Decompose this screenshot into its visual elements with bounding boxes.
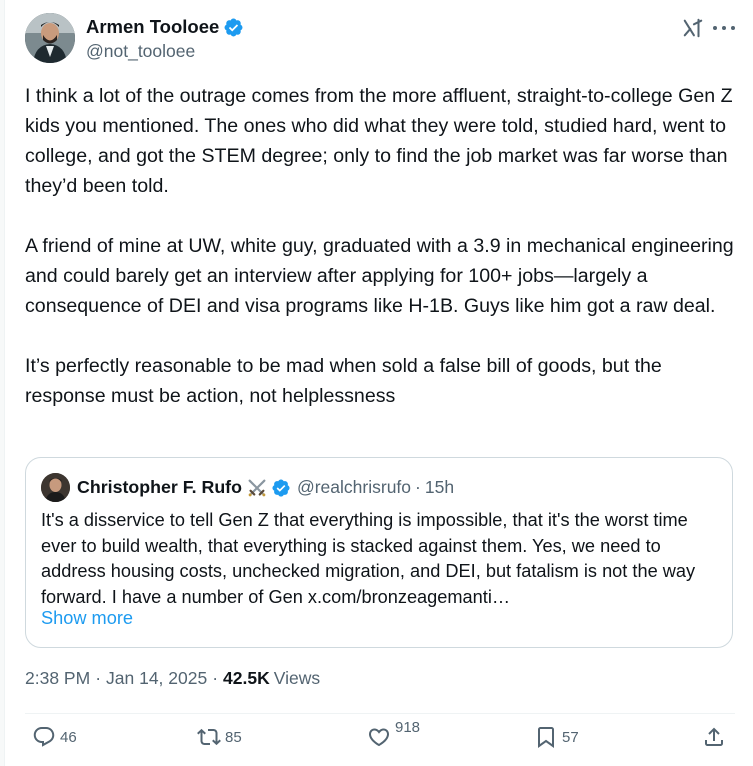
quoted-display-name[interactable]: Christopher F. Rufo: [77, 477, 242, 498]
like-icon: [368, 728, 390, 747]
views-label: Views: [273, 668, 321, 688]
views-count: 42.5K: [223, 668, 270, 688]
share-button[interactable]: [702, 725, 726, 749]
post-header: Armen Tooloee @not_tooloee: [25, 13, 735, 63]
show-more-link[interactable]: Show more: [41, 608, 133, 629]
quoted-handle[interactable]: @realchrisrufo: [297, 477, 411, 498]
post-time[interactable]: 2:38 PM: [25, 668, 90, 689]
verified-badge-icon: [272, 478, 290, 497]
retweet-count: 85: [225, 728, 242, 746]
post-paragraph: It’s perfectly reasonable to be mad when…: [25, 355, 662, 407]
more-dot: [722, 26, 726, 30]
action-bar: 46 85 918 57: [25, 719, 737, 761]
reply-count: 46: [60, 728, 77, 746]
avatar[interactable]: [25, 13, 75, 63]
more-dot: [713, 26, 717, 30]
post-date[interactable]: Jan 14, 2025: [106, 668, 207, 689]
display-name[interactable]: Armen Tooloee: [86, 16, 219, 38]
divider: [25, 713, 735, 714]
crossed-swords-icon: [248, 479, 266, 496]
verified-badge-icon: [224, 18, 243, 36]
reply-icon: [33, 727, 55, 747]
left-edge: [0, 0, 5, 766]
separator-dot: ·: [212, 668, 219, 688]
more-dot: [731, 26, 735, 30]
bookmark-icon: [538, 727, 554, 748]
retweet-button[interactable]: 85: [197, 725, 242, 749]
post-text: I think a lot of the outrage comes from …: [25, 81, 741, 411]
like-button[interactable]: 918: [367, 719, 420, 749]
grok-icon[interactable]: [682, 17, 704, 39]
reply-button[interactable]: 46: [32, 725, 77, 749]
quoted-post[interactable]: Christopher F. Rufo @realchrisrufo · 15h…: [25, 457, 733, 648]
retweet-icon: [197, 728, 221, 746]
quoted-post-header: Christopher F. Rufo @realchrisrufo · 15h: [41, 473, 454, 502]
bookmark-button[interactable]: 57: [534, 725, 579, 749]
bookmark-count: 57: [562, 728, 579, 746]
quoted-timestamp[interactable]: 15h: [425, 477, 454, 498]
like-count: 918: [395, 718, 421, 736]
handle[interactable]: @not_tooloee: [86, 41, 195, 62]
share-icon: [705, 727, 723, 746]
post-paragraph: I think a lot of the outrage comes from …: [25, 85, 733, 197]
post-meta: 2:38 PM · Jan 14, 2025 · 42.5K Views: [25, 668, 320, 689]
quoted-avatar[interactable]: [41, 473, 70, 502]
post-paragraph: A friend of mine at UW, white guy, gradu…: [25, 235, 734, 317]
separator-dot: ·: [95, 668, 102, 688]
more-icon[interactable]: [713, 19, 735, 37]
separator-dot: ·: [415, 477, 421, 497]
quoted-text: It's a disservice to tell Gen Z that eve…: [41, 510, 696, 607]
